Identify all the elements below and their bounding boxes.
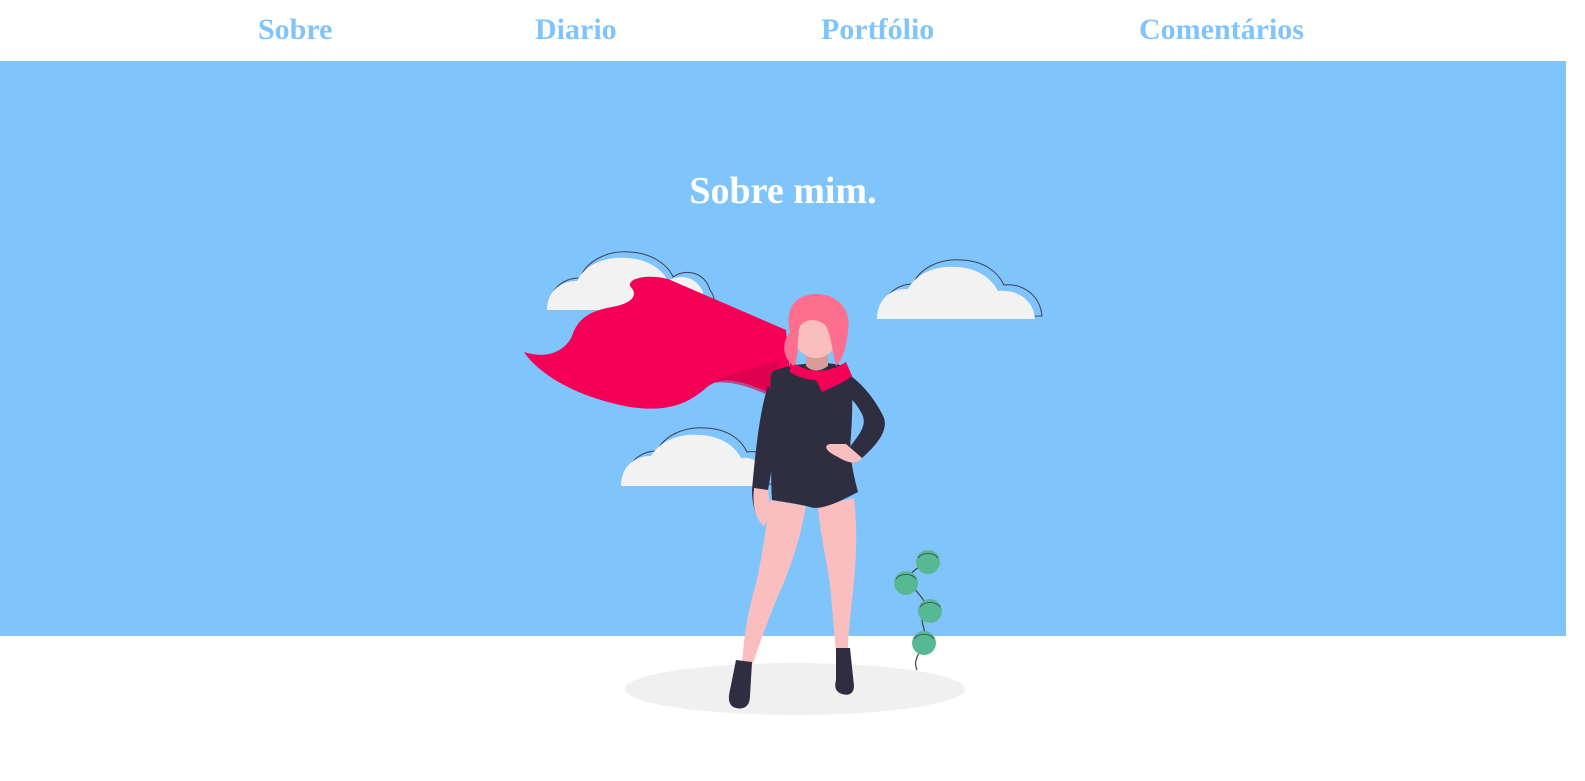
nav-link-comentarios[interactable]: Comentários: [1139, 10, 1304, 50]
nav-link-portfolio[interactable]: Portfólio: [821, 10, 934, 50]
hero-banner: Sobre mim.: [0, 61, 1566, 636]
nav-link-sobre[interactable]: Sobre: [258, 10, 332, 50]
scrollbar-track[interactable]: [1568, 0, 1585, 781]
nav-link-diario[interactable]: Diario: [535, 10, 617, 50]
ground-shadow: [625, 663, 965, 715]
top-navbar: Sobre Diario Portfólio Comentários: [0, 0, 1568, 61]
page: Sobre Diario Portfólio Comentários Sobre…: [0, 0, 1585, 781]
hero-title: Sobre mim.: [689, 170, 877, 212]
